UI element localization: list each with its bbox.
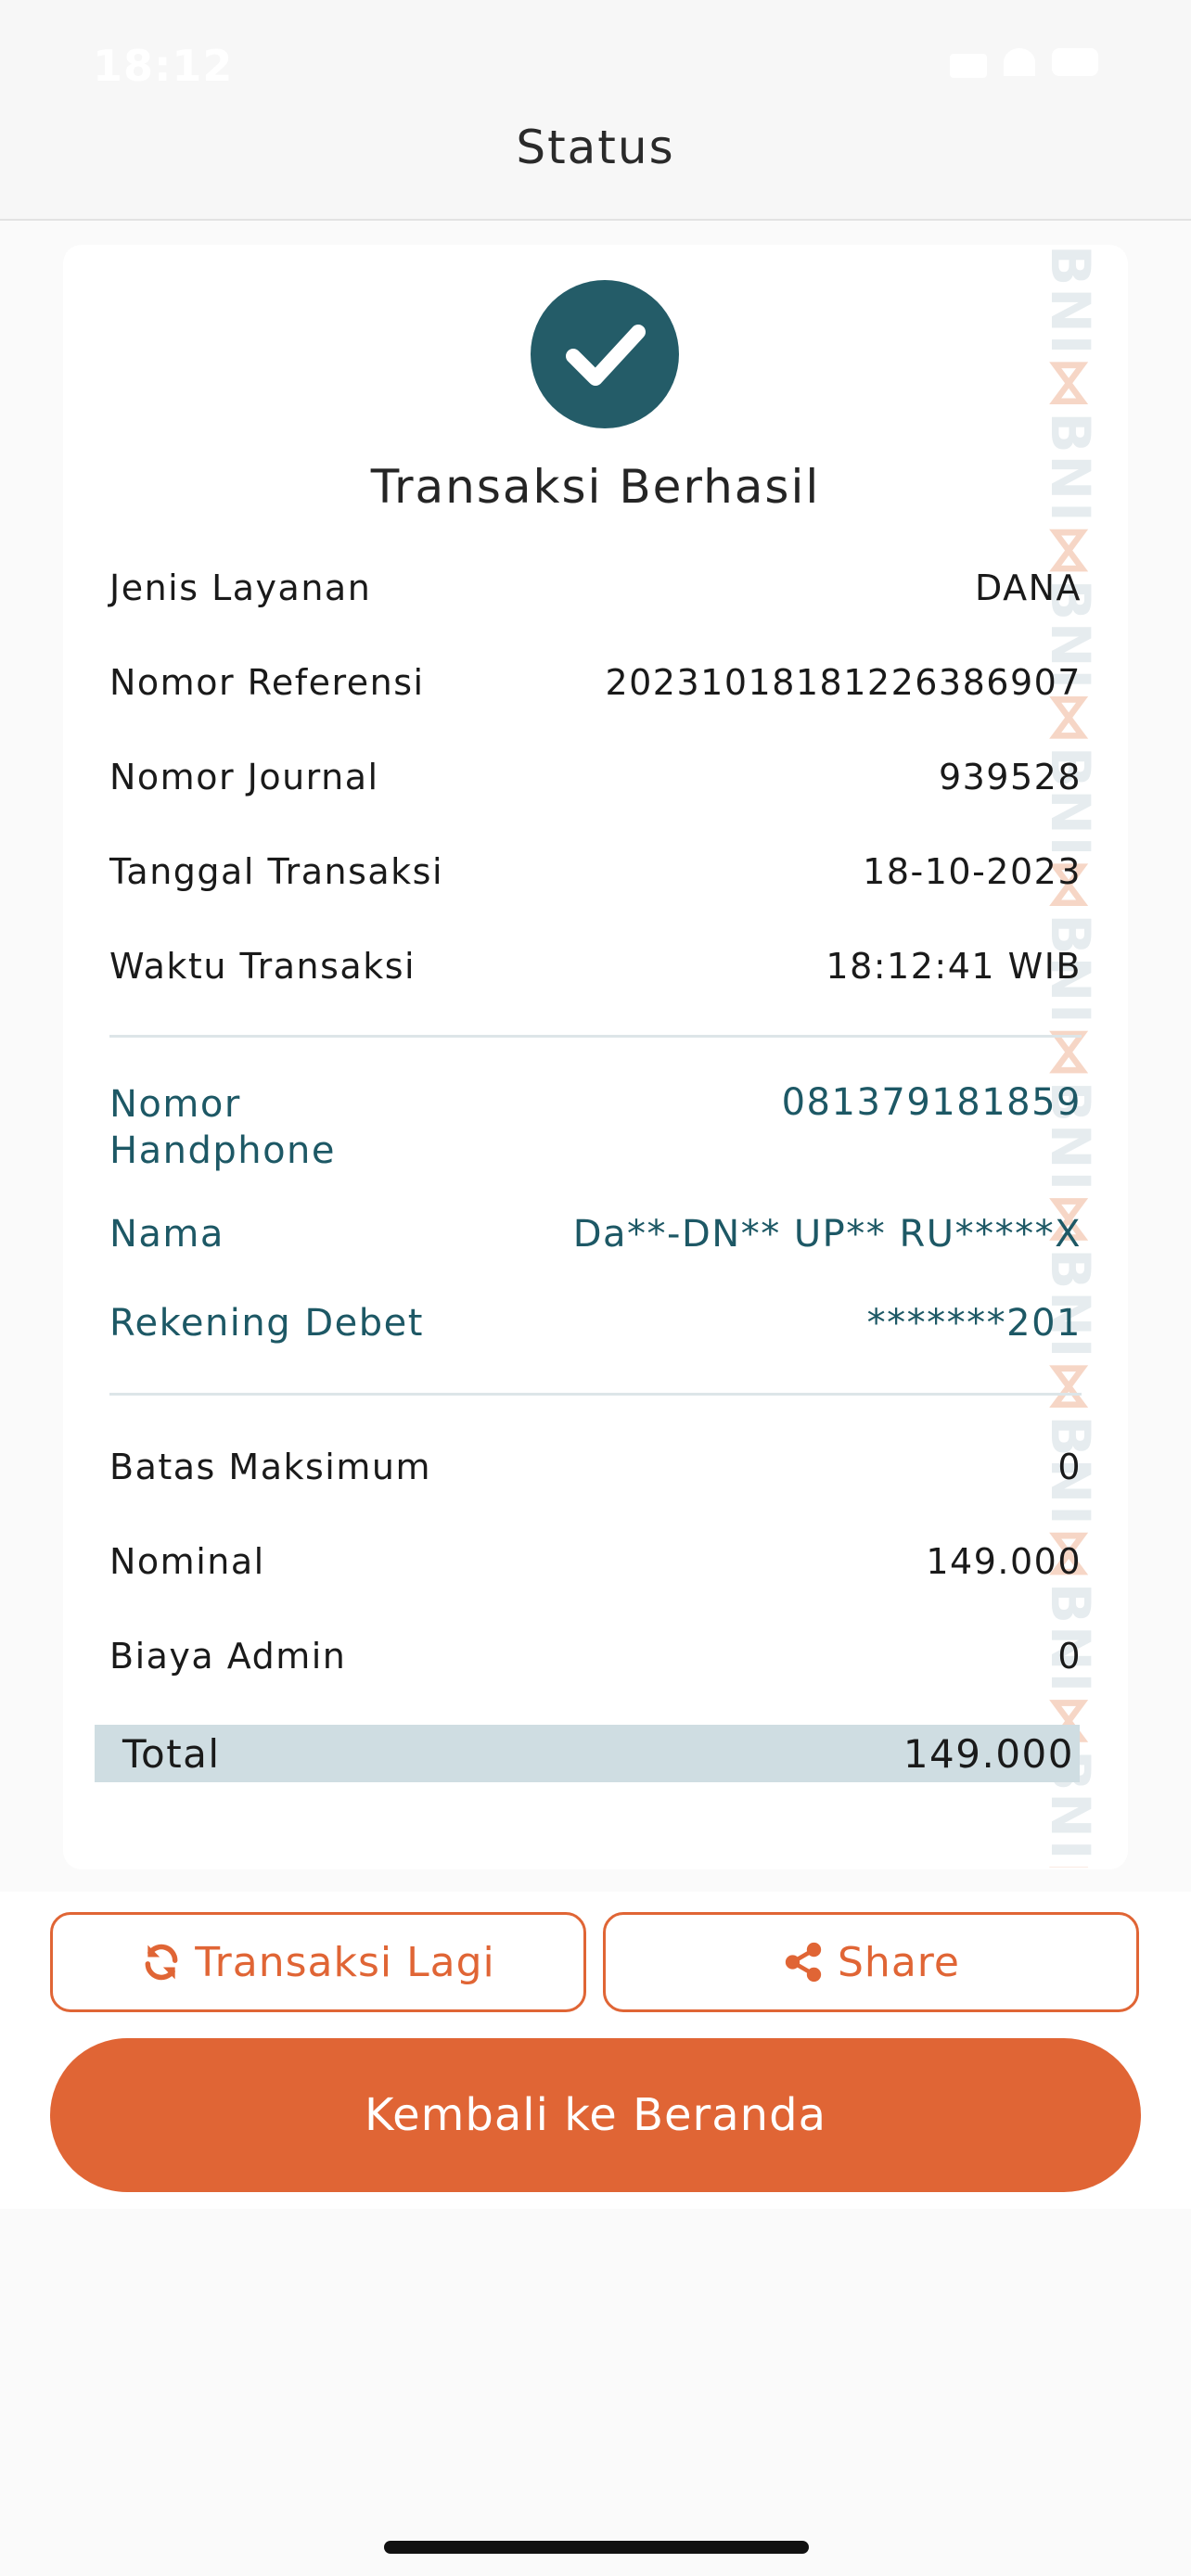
row-batas-maksimum: Batas Maksimum 0 [109, 1447, 1082, 1487]
watermark-mark: ⋈ [1044, 1025, 1102, 1081]
row-nomor-journal: Nomor Journal 939528 [109, 757, 1082, 797]
detail-label: Nomor Referensi [109, 662, 425, 703]
total-value: 149.000 [903, 1730, 1074, 1777]
total-label: Total [122, 1730, 221, 1777]
transaksi-lagi-button[interactable]: Transaksi Lagi [50, 1912, 586, 2012]
wifi-icon [1004, 48, 1035, 76]
row-rekening-debet: Rekening Debet *******201 [109, 1302, 1082, 1345]
detail-label: Tanggal Transaksi [109, 851, 444, 892]
row-nomor-handphone: Nomor Handphone 081379181859 [109, 1081, 1082, 1174]
detail-label: Nomor Journal [109, 757, 379, 797]
status-bar: 18:12 [0, 0, 1191, 139]
detail-value: DANA [974, 567, 1082, 608]
status-time: 18:12 [93, 41, 234, 91]
detail-label: Nomor Handphone [109, 1083, 337, 1172]
detail-value: *******201 [866, 1302, 1082, 1345]
detail-value: 18-10-2023 [863, 851, 1082, 892]
signal-icon [950, 54, 987, 78]
detail-label: Rekening Debet [109, 1302, 424, 1345]
detail-label: Nominal [109, 1541, 265, 1582]
battery-icon [1052, 48, 1098, 76]
home-indicator [384, 2541, 809, 2554]
divider [109, 1035, 1082, 1038]
row-nama: Nama Da**-DN** UP** RU*****X [109, 1213, 1082, 1256]
watermark-mark: ⋈ [1044, 1359, 1102, 1416]
share-label: Share [838, 1938, 960, 1986]
detail-value: 0 [1057, 1636, 1082, 1677]
detail-value: 081379181859 [781, 1081, 1082, 1124]
detail-value: 0 [1057, 1447, 1082, 1487]
kembali-ke-beranda-label: Kembali ke Beranda [365, 2089, 826, 2141]
status-icons [950, 48, 1098, 78]
detail-value: 149.000 [926, 1541, 1082, 1582]
share-button[interactable]: Share [603, 1912, 1139, 2012]
watermark-mark: ⋈ [1044, 1861, 1102, 1868]
row-waktu-transaksi: Waktu Transaksi 18:12:41 WIB [109, 946, 1082, 987]
transaksi-lagi-label: Transaksi Lagi [195, 1938, 495, 1986]
divider [109, 1393, 1082, 1396]
row-jenis-layanan: Jenis Layanan DANA [109, 567, 1082, 608]
detail-label: Nama [109, 1213, 224, 1256]
detail-value: 939528 [938, 757, 1082, 797]
refresh-icon [145, 1944, 178, 1981]
detail-value: 20231018181226386907 [605, 662, 1082, 703]
success-title: Transaksi Berhasil [370, 460, 821, 514]
detail-value: Da**-DN** UP** RU*****X [572, 1213, 1082, 1256]
detail-label: Jenis Layanan [109, 567, 372, 608]
row-nominal: Nominal 149.000 [109, 1541, 1082, 1582]
detail-value: 18:12:41 WIB [826, 946, 1082, 987]
success-check-icon [531, 280, 679, 428]
watermark-mark: ⋈ [1044, 356, 1102, 413]
detail-label: Batas Maksimum [109, 1447, 431, 1487]
kembali-ke-beranda-button[interactable]: Kembali ke Beranda [50, 2038, 1141, 2192]
row-biaya-admin: Biaya Admin 0 [109, 1636, 1082, 1677]
watermark-word: BNI [1044, 245, 1102, 357]
detail-label: Biaya Admin [109, 1636, 347, 1677]
total-row: Total 149.000 [95, 1725, 1080, 1782]
row-nomor-referensi: Nomor Referensi 20231018181226386907 [109, 662, 1082, 703]
detail-label: Waktu Transaksi [109, 946, 416, 987]
row-tanggal-transaksi: Tanggal Transaksi 18-10-2023 [109, 851, 1082, 892]
receipt-card: BNI⋈BNI⋈BNI⋈BNI⋈BNI⋈BNI⋈BNI⋈BNI⋈BNI⋈BNI⋈… [63, 245, 1128, 1869]
share-icon [785, 1942, 822, 1983]
